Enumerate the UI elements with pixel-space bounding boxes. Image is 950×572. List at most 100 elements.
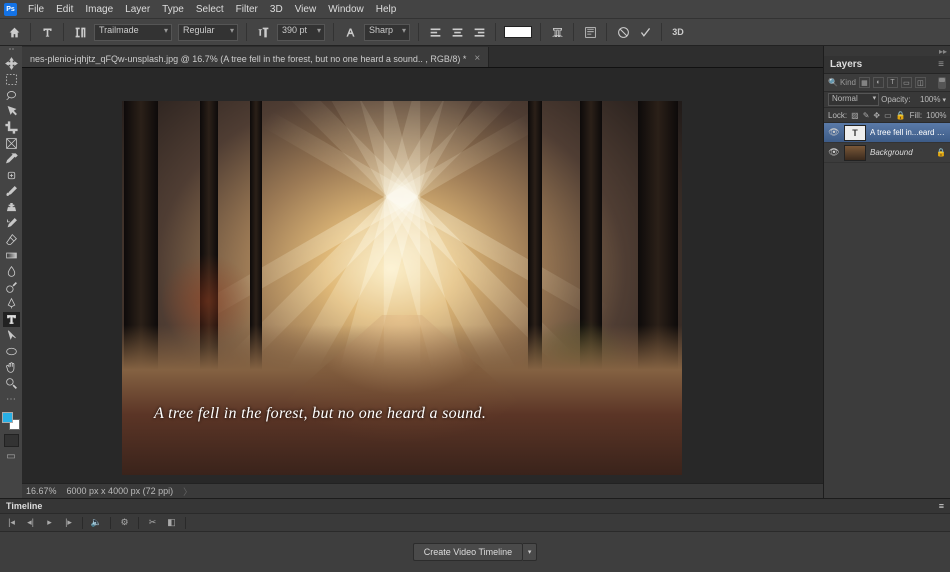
crop-tool[interactable] <box>3 120 20 135</box>
timeline-settings-icon[interactable]: ⚙ <box>119 517 130 528</box>
panel-menu-icon[interactable]: ≡ <box>938 59 944 70</box>
play-icon[interactable]: ▸ <box>44 517 55 528</box>
fill-value[interactable]: 100% <box>926 111 946 120</box>
filter-type-icon[interactable]: T <box>887 77 898 88</box>
menu-view[interactable]: View <box>295 4 317 15</box>
doc-info[interactable]: 6000 px x 4000 px (72 ppi) <box>67 486 174 496</box>
type-tool[interactable] <box>3 312 20 327</box>
warp-text-icon[interactable] <box>549 24 565 40</box>
opacity-chevron-icon[interactable]: ▾ <box>942 96 946 104</box>
timeline-menu-icon[interactable]: ≡ <box>939 501 944 511</box>
align-right-icon[interactable] <box>471 24 487 40</box>
foreground-background-colors[interactable] <box>2 412 20 430</box>
font-family-select[interactable]: Trailmade <box>94 24 172 41</box>
document-canvas[interactable]: A tree fell in the forest, but no one he… <box>122 101 682 475</box>
type-tool-preset-icon[interactable] <box>39 24 55 40</box>
layer-row[interactable]: 👁 T A tree fell in...eard a sound. <box>824 123 950 143</box>
filter-adjust-icon[interactable]: ◐ <box>873 77 884 88</box>
filter-smart-icon[interactable]: ◫ <box>915 77 926 88</box>
menu-3d[interactable]: 3D <box>270 4 283 15</box>
layer-name[interactable]: Background <box>870 148 932 157</box>
frame-tool[interactable] <box>3 136 20 151</box>
create-timeline-chevron-icon[interactable]: ▾ <box>523 543 537 561</box>
document-tab[interactable]: nes-plenio-jqhjtz_qFQw-unsplash.jpg @ 16… <box>22 47 489 67</box>
path-select-tool[interactable] <box>3 328 20 343</box>
gradient-tool[interactable] <box>3 248 20 263</box>
brush-tool[interactable] <box>3 184 20 199</box>
menu-file[interactable]: File <box>28 4 44 15</box>
move-tool[interactable] <box>3 56 20 71</box>
lasso-tool[interactable] <box>3 88 20 103</box>
layer-thumb-text-icon[interactable]: T <box>844 125 866 141</box>
character-panel-icon[interactable] <box>582 24 598 40</box>
menu-filter[interactable]: Filter <box>236 4 258 15</box>
align-left-icon[interactable] <box>427 24 443 40</box>
filter-kind-select[interactable]: 🔍Kind <box>828 78 856 87</box>
blend-mode-select[interactable]: Normal <box>828 93 879 106</box>
status-chevron-icon[interactable]: 〉 <box>183 485 192 498</box>
lock-all-icon[interactable]: 🔒 <box>896 110 906 120</box>
commit-icon[interactable] <box>637 24 653 40</box>
filter-shape-icon[interactable]: ▭ <box>901 77 912 88</box>
timeline-header[interactable]: Timeline ≡ <box>0 499 950 514</box>
visibility-icon[interactable]: 👁 <box>828 147 840 159</box>
eyedropper-tool[interactable] <box>3 152 20 167</box>
screen-mode-icon[interactable]: ▭ <box>6 451 15 462</box>
split-clip-icon[interactable]: ✂ <box>147 517 158 528</box>
quick-mask-icon[interactable] <box>4 434 19 447</box>
menu-help[interactable]: Help <box>376 4 397 15</box>
zoom-level[interactable]: 16.67% <box>26 486 57 496</box>
history-brush-tool[interactable] <box>3 216 20 231</box>
text-orientation-icon[interactable] <box>72 24 88 40</box>
align-center-icon[interactable] <box>449 24 465 40</box>
close-tab-icon[interactable]: × <box>474 53 480 64</box>
dodge-tool[interactable] <box>3 280 20 295</box>
panel-collapse-icon[interactable]: ▸▸ <box>824 46 950 56</box>
font-size-select[interactable]: 390 pt <box>277 24 325 41</box>
visibility-icon[interactable]: 👁 <box>828 127 840 139</box>
prev-frame-icon[interactable]: ◂| <box>25 517 36 528</box>
create-video-timeline-button[interactable]: Create Video Timeline <box>413 543 523 561</box>
font-style-select[interactable]: Regular <box>178 24 238 41</box>
menu-select[interactable]: Select <box>196 4 224 15</box>
transition-icon[interactable]: ◧ <box>166 517 177 528</box>
layers-panel-header[interactable]: Layers ≡ <box>824 56 950 74</box>
menu-edit[interactable]: Edit <box>56 4 73 15</box>
lock-position-icon[interactable]: ✥ <box>873 110 880 120</box>
layer-thumb-image-icon[interactable] <box>844 145 866 161</box>
menu-layer[interactable]: Layer <box>125 4 150 15</box>
next-frame-icon[interactable]: |▸ <box>63 517 74 528</box>
lock-artboard-icon[interactable]: ▭ <box>884 110 892 120</box>
layer-name[interactable]: A tree fell in...eard a sound. <box>870 128 946 137</box>
marquee-tool[interactable] <box>3 72 20 87</box>
filter-pixel-icon[interactable]: ▦ <box>859 77 870 88</box>
audio-mute-icon[interactable]: 🔈 <box>91 517 102 528</box>
first-frame-icon[interactable]: |◂ <box>6 517 17 528</box>
text-color-swatch[interactable] <box>504 26 532 38</box>
pen-tool[interactable] <box>3 296 20 311</box>
menu-window[interactable]: Window <box>328 4 364 15</box>
shape-tool[interactable] <box>3 344 20 359</box>
menu-type[interactable]: Type <box>162 4 184 15</box>
text-layer-caption[interactable]: A tree fell in the forest, but no one he… <box>154 405 486 423</box>
panel-grip-icon[interactable] <box>3 48 19 53</box>
filter-toggle[interactable] <box>938 77 946 89</box>
cancel-icon[interactable] <box>615 24 631 40</box>
3d-icon[interactable]: 3D <box>670 24 686 40</box>
lock-transparent-icon[interactable]: ▨ <box>851 110 859 120</box>
layer-row[interactable]: 👁 Background 🔒 <box>824 143 950 163</box>
opacity-value[interactable]: 100% <box>912 95 940 104</box>
antialias-select[interactable]: Sharp <box>364 24 410 41</box>
canvas-area[interactable]: A tree fell in the forest, but no one he… <box>22 68 823 483</box>
edit-toolbar-icon[interactable]: ⋯ <box>3 392 20 407</box>
menu-image[interactable]: Image <box>85 4 113 15</box>
eraser-tool[interactable] <box>3 232 20 247</box>
healing-brush-tool[interactable] <box>3 168 20 183</box>
quick-select-tool[interactable] <box>3 104 20 119</box>
clone-stamp-tool[interactable] <box>3 200 20 215</box>
lock-image-icon[interactable]: ✎ <box>863 110 870 120</box>
zoom-tool[interactable] <box>3 376 20 391</box>
blur-tool[interactable] <box>3 264 20 279</box>
home-icon[interactable] <box>6 24 22 40</box>
hand-tool[interactable] <box>3 360 20 375</box>
